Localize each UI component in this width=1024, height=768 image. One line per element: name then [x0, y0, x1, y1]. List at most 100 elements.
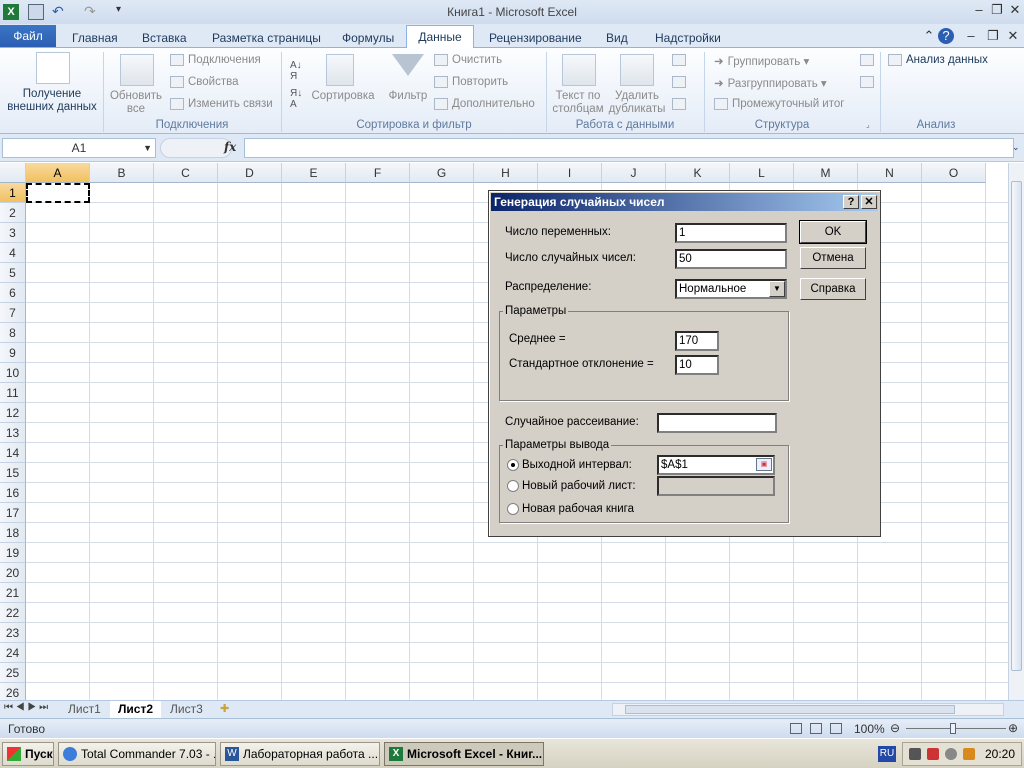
doc-restore-icon[interactable]: ❐: [984, 28, 1002, 44]
insert-sheet-icon[interactable]: ✚: [220, 702, 229, 715]
row-header[interactable]: 6: [0, 283, 26, 303]
tray-app-icon[interactable]: [963, 748, 975, 760]
show-detail-icon[interactable]: [860, 54, 874, 66]
zoom-in-icon[interactable]: ⊕: [1008, 721, 1018, 735]
tab-formulas[interactable]: Формулы: [334, 28, 402, 48]
ungroup-button[interactable]: ➜ Разгруппировать ▾: [714, 76, 827, 90]
zoom-slider-thumb[interactable]: [950, 723, 956, 734]
restore-icon[interactable]: ❐: [988, 2, 1006, 18]
taskbar-item-excel[interactable]: X Microsoft Excel - Книг...: [384, 742, 544, 766]
row-header[interactable]: 19: [0, 543, 26, 563]
data-validation-icon[interactable]: [672, 54, 686, 66]
zoom-slider[interactable]: [906, 728, 1006, 729]
column-header[interactable]: M: [794, 163, 858, 183]
mean-input[interactable]: 170: [675, 331, 719, 351]
dropdown-arrow-icon[interactable]: ▼: [769, 281, 785, 297]
sheet-tab-2[interactable]: Лист2: [110, 701, 162, 718]
column-header[interactable]: O: [922, 163, 986, 183]
row-header[interactable]: 22: [0, 603, 26, 623]
row-header[interactable]: 9: [0, 343, 26, 363]
column-header[interactable]: B: [90, 163, 154, 183]
get-external-data-button[interactable]: Получение внешних данных: [4, 50, 100, 114]
row-header[interactable]: 23: [0, 623, 26, 643]
column-header[interactable]: F: [346, 163, 410, 183]
row-header[interactable]: 11: [0, 383, 26, 403]
tab-home[interactable]: Главная: [64, 28, 126, 48]
clear-button[interactable]: Очистить: [434, 54, 502, 66]
hide-detail-icon[interactable]: [860, 76, 874, 88]
outline-launcher-icon[interactable]: ⌟: [866, 120, 870, 129]
zoom-level[interactable]: 100%: [854, 722, 885, 736]
what-if-icon[interactable]: [672, 98, 686, 110]
close-icon[interactable]: ✕: [1006, 2, 1024, 18]
doc-minimize-icon[interactable]: –: [962, 28, 980, 44]
help-button[interactable]: Справка: [800, 278, 866, 300]
sheet-tab-3[interactable]: Лист3: [162, 701, 211, 718]
tab-insert[interactable]: Вставка: [134, 28, 195, 48]
select-all-corner[interactable]: [0, 163, 26, 183]
num-vars-input[interactable]: 1: [675, 223, 787, 243]
edit-links-button[interactable]: Изменить связи: [170, 98, 273, 110]
horizontal-scrollbar[interactable]: [612, 703, 1004, 716]
row-header[interactable]: 7: [0, 303, 26, 323]
column-header[interactable]: J: [602, 163, 666, 183]
page-layout-view-icon[interactable]: [810, 723, 822, 734]
tab-data[interactable]: Данные: [406, 25, 474, 49]
sort-az-icon[interactable]: A↓ Я: [290, 60, 302, 82]
network-icon[interactable]: [909, 748, 921, 760]
data-analysis-button[interactable]: Анализ данных: [888, 54, 988, 66]
output-range-radio[interactable]: [507, 459, 519, 471]
column-header[interactable]: A: [26, 163, 90, 183]
name-box-dropdown-icon[interactable]: ▼: [143, 139, 152, 157]
seed-input[interactable]: [657, 413, 777, 433]
tab-view[interactable]: Вид: [598, 28, 636, 48]
properties-button[interactable]: Свойства: [170, 76, 239, 88]
row-header[interactable]: 18: [0, 523, 26, 543]
row-header[interactable]: 24: [0, 643, 26, 663]
doc-close-icon[interactable]: ✕: [1004, 28, 1022, 44]
zoom-out-icon[interactable]: ⊖: [890, 721, 900, 735]
filter-button[interactable]: Фильтр: [386, 50, 430, 114]
name-box[interactable]: A1 ▼: [2, 138, 156, 158]
connections-button[interactable]: Подключения: [170, 54, 261, 66]
taskbar-item-total-commander[interactable]: Total Commander 7.03 - ...: [58, 742, 216, 766]
column-header[interactable]: D: [218, 163, 282, 183]
subtotal-button[interactable]: Промежуточный итог: [714, 98, 844, 110]
row-header[interactable]: 14: [0, 443, 26, 463]
output-range-input[interactable]: $A$1 ▣: [657, 455, 775, 475]
row-header[interactable]: 13: [0, 423, 26, 443]
volume-icon[interactable]: [945, 748, 957, 760]
row-header[interactable]: 1: [0, 183, 26, 203]
group-button[interactable]: ➜ Группировать ▾: [714, 54, 809, 68]
ok-button[interactable]: OK: [799, 220, 867, 244]
dialog-close-icon[interactable]: ✕: [861, 195, 877, 209]
text-to-columns-button[interactable]: Текст по столбцам: [550, 50, 606, 115]
tray-app-icon[interactable]: [927, 748, 939, 760]
column-header[interactable]: I: [538, 163, 602, 183]
normal-view-icon[interactable]: [790, 723, 802, 734]
horizontal-scroll-thumb[interactable]: [625, 705, 955, 714]
row-header[interactable]: 26: [0, 683, 26, 700]
new-sheet-radio[interactable]: [507, 480, 519, 492]
row-header[interactable]: 17: [0, 503, 26, 523]
tab-addins[interactable]: Надстройки: [647, 28, 729, 48]
row-header[interactable]: 20: [0, 563, 26, 583]
help-icon[interactable]: ?: [938, 28, 954, 44]
advanced-button[interactable]: Дополнительно: [434, 98, 535, 110]
column-header[interactable]: C: [154, 163, 218, 183]
row-header[interactable]: 3: [0, 223, 26, 243]
vertical-scrollbar[interactable]: [1008, 163, 1024, 700]
row-header[interactable]: 16: [0, 483, 26, 503]
expand-formula-icon[interactable]: ⌄: [1012, 142, 1020, 153]
sheet-nav-icon[interactable]: ⏮ ◀ ▶ ⏭: [4, 702, 48, 713]
formula-input[interactable]: [244, 138, 1014, 158]
tab-file[interactable]: Файл: [0, 25, 56, 47]
sort-button[interactable]: Сортировка: [310, 50, 376, 114]
tab-page-layout[interactable]: Разметка страницы: [204, 28, 329, 48]
remove-duplicates-button[interactable]: Удалить дубликаты: [606, 50, 668, 115]
column-header[interactable]: L: [730, 163, 794, 183]
insert-function-icon[interactable]: fx: [224, 140, 236, 154]
collapse-dialog-icon[interactable]: ▣: [756, 458, 772, 471]
column-header[interactable]: E: [282, 163, 346, 183]
sheet-tab-1[interactable]: Лист1: [60, 701, 109, 718]
